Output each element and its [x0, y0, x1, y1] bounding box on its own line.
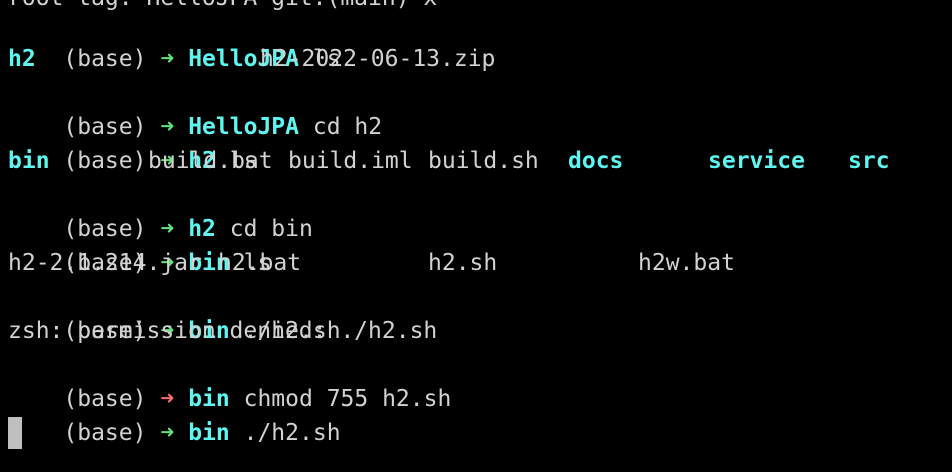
listing-item-file: build.iml [288, 148, 413, 174]
listing-item-dir: src [848, 148, 890, 174]
prompt-line: (base) ➜ HelloJPA cd h2 [8, 76, 382, 140]
conda-env-label: (base) [63, 420, 147, 446]
listing-item-dir: docs [568, 148, 624, 174]
listing-item-file: h2w.bat [638, 250, 735, 276]
prompt-line: (base) ➜ bin chmod 755 h2.sh [8, 348, 451, 412]
listing-item-file: h2-2022-06-13.zip [260, 46, 496, 72]
prompt-command: cd h2 [312, 114, 383, 140]
listing-output: h2-2.1.214.jar h2.bat h2.sh h2w.bat [8, 246, 948, 280]
listing-item-file: build.sh [428, 148, 539, 174]
prompt-command: ./h2.sh [243, 420, 341, 446]
listing-item-dir: bin [8, 148, 50, 174]
prompt-line: (base) ➜ bin ./h2.sh [8, 382, 340, 446]
prompt-arrow-icon: ➜ [160, 420, 175, 446]
prompt-line: (base) ➜ bin ls [8, 212, 271, 276]
prompt-line: (base) ➜ HelloJPA ls [8, 8, 340, 72]
listing-item-dir: h2 [8, 46, 36, 72]
listing-item-file: h2-2.1.214.jar [8, 250, 202, 276]
listing-item-file: build.bat [148, 148, 273, 174]
prompt-cwd: bin [188, 420, 230, 446]
error-message: zsh: permission denied: ./h2.sh [8, 318, 438, 344]
prompt-line: (base) ➜ h2 ls [8, 110, 257, 174]
listing-item-dir: service [708, 148, 805, 174]
listing-item-file: h2.sh [428, 250, 498, 276]
prompt-line: (base) ➜ h2 cd bin [8, 178, 312, 242]
text-cursor[interactable] [8, 417, 22, 449]
listing-output: bin build.bat build.iml build.sh docs se… [8, 144, 948, 178]
prompt-line: (base) ➜ bin ./h2.sh [8, 280, 340, 344]
listing-output: h2 h2-2022-06-13.zip [8, 42, 948, 76]
listing-item-file: h2.bat [218, 250, 302, 276]
terminal-window[interactable]: root tag: HelloJPA git:(main) x (base) ➜… [0, 0, 952, 472]
